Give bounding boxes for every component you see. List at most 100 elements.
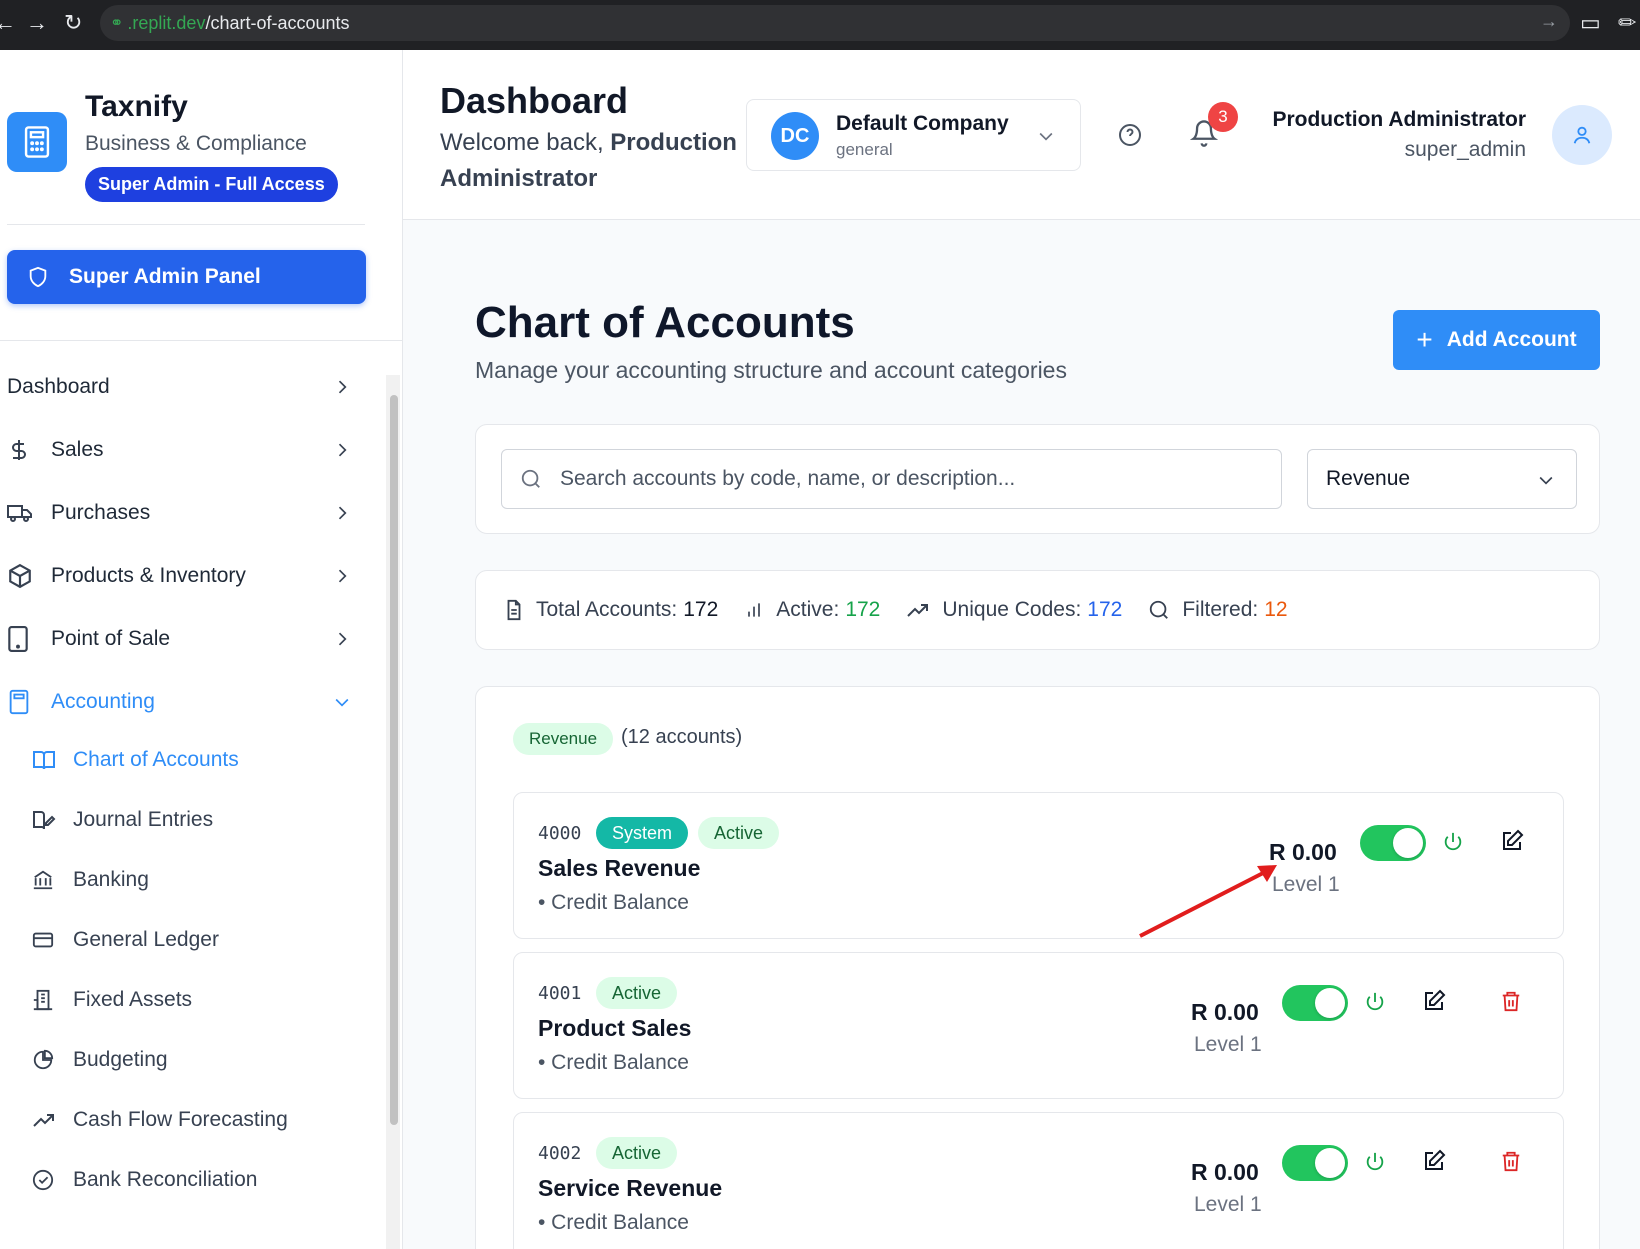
super-admin-panel-label: Super Admin Panel (69, 265, 261, 288)
trash-icon[interactable] (1500, 989, 1522, 1013)
status-badge: Active (596, 1137, 678, 1169)
help-circle-icon[interactable] (1118, 123, 1142, 147)
user-role: super_admin (1404, 138, 1526, 161)
account-level: Level 1 (1194, 1193, 1262, 1216)
sidebar-item-accounting[interactable]: Accounting (7, 680, 352, 724)
edit-icon[interactable] (1500, 829, 1524, 853)
sidebar-item-cash-flow-forecasting[interactable]: Cash Flow Forecasting (32, 1100, 352, 1140)
chevron-right-icon (332, 566, 352, 586)
toggle-knob (1393, 828, 1423, 858)
trash-icon[interactable] (1500, 1149, 1522, 1173)
sidebar-item-bank-reconciliation[interactable]: Bank Reconciliation (32, 1160, 352, 1200)
reload-icon[interactable]: ↻ (64, 10, 82, 36)
address-bar[interactable]: ⚭ .replit.dev /chart-of-accounts → (100, 5, 1570, 41)
active-toggle[interactable] (1282, 1145, 1348, 1181)
filter-card: Search accounts by code, name, or descri… (475, 424, 1600, 534)
annotation-arrow-icon (1139, 865, 1277, 938)
stat-unique-codes: Unique Codes: 172 (906, 598, 1122, 622)
toggle-knob (1315, 1148, 1345, 1178)
extension-icon[interactable]: ✏ (1618, 10, 1636, 36)
stat-value: 12 (1264, 598, 1288, 621)
divider (0, 340, 402, 341)
cast-icon[interactable]: ▭ (1580, 10, 1601, 36)
page-title: Chart of Accounts (475, 298, 855, 347)
account-balance-type: • Credit Balance (538, 891, 689, 914)
account-name: Product Sales (538, 1015, 692, 1041)
calculator-icon (7, 689, 51, 715)
sidebar-scrollbar-thumb[interactable] (390, 395, 398, 1125)
chevron-right-icon (332, 503, 352, 523)
category-filter-select[interactable]: Revenue (1307, 449, 1577, 509)
stat-total-accounts: Total Accounts: 172 (504, 598, 718, 622)
tablet-icon (7, 626, 51, 652)
sidebar-item-label: Chart of Accounts (73, 748, 239, 771)
active-toggle[interactable] (1360, 825, 1426, 861)
notification-count-badge: 3 (1208, 102, 1238, 132)
account-amount: R 0.00 (1191, 999, 1259, 1025)
back-icon[interactable]: ← (0, 10, 16, 36)
edit-icon[interactable] (1422, 1149, 1446, 1173)
sidebar-item-fixed-assets[interactable]: Fixed Assets (32, 980, 352, 1020)
sidebar-item-label: Banking (73, 868, 149, 891)
stat-label: Active: (776, 598, 840, 621)
chevron-down-icon (1536, 470, 1556, 490)
check-circle-icon (32, 1169, 73, 1191)
status-badge: Active (698, 817, 780, 849)
user-name: Production Administrator (1272, 108, 1526, 131)
company-avatar: DC (771, 112, 819, 160)
book-open-icon (32, 749, 73, 771)
status-badge: Active (596, 977, 678, 1009)
sidebar: Taxnify Business & Compliance Super Admi… (0, 50, 403, 1249)
url-host: .replit.dev (127, 12, 206, 33)
stat-label: Unique Codes: (942, 598, 1082, 621)
sidebar-item-products-inventory[interactable]: Products & Inventory (7, 554, 352, 598)
stat-value: 172 (1087, 598, 1123, 621)
sidebar-item-dashboard[interactable]: Dashboard (7, 365, 352, 409)
go-arrow-icon[interactable]: → (1540, 11, 1558, 32)
edit-icon[interactable] (1422, 989, 1446, 1013)
power-icon[interactable] (1442, 830, 1464, 854)
page-subtitle: Manage your accounting structure and acc… (475, 357, 1067, 383)
sidebar-item-chart-of-accounts[interactable]: Chart of Accounts (32, 740, 352, 780)
super-admin-panel-button[interactable]: Super Admin Panel (7, 250, 366, 304)
sidebar-item-point-of-sale[interactable]: Point of Sale (7, 617, 352, 661)
sidebar-item-journal-entries[interactable]: Journal Entries (32, 800, 352, 840)
calculator-logo-icon (7, 112, 67, 172)
account-code: 4002 (538, 1143, 582, 1164)
stat-filtered: Filtered: 12 (1148, 598, 1288, 622)
plus-icon: + (1416, 324, 1433, 355)
chevron-down-icon (1036, 126, 1056, 146)
user-avatar[interactable] (1552, 105, 1612, 165)
sidebar-item-banking[interactable]: Banking (32, 860, 352, 900)
sidebar-item-label: Dashboard (7, 375, 110, 398)
company-switcher[interactable]: DC Default Company general (746, 99, 1081, 171)
sidebar-item-label: Cash Flow Forecasting (73, 1108, 288, 1131)
account-group-badge: Revenue (513, 723, 614, 755)
power-icon[interactable] (1364, 1150, 1386, 1174)
sidebar-item-label: Purchases (51, 501, 151, 524)
stat-value: 172 (845, 598, 881, 621)
search-input[interactable]: Search accounts by code, name, or descri… (501, 449, 1282, 509)
sidebar-item-budgeting[interactable]: Budgeting (32, 1040, 352, 1080)
power-icon[interactable] (1364, 990, 1386, 1014)
account-code: 4000 (538, 823, 582, 844)
file-text-icon (504, 599, 524, 621)
active-toggle[interactable] (1282, 985, 1348, 1021)
account-name: Sales Revenue (538, 855, 701, 881)
sidebar-item-label: Fixed Assets (73, 988, 193, 1011)
shield-icon (27, 265, 49, 289)
sidebar-item-purchases[interactable]: Purchases (7, 491, 352, 535)
add-account-button[interactable]: + Add Account (1393, 310, 1600, 370)
welcome-prefix: Welcome back, (440, 129, 604, 156)
search-placeholder: Search accounts by code, name, or descri… (560, 467, 1016, 490)
system-badge: System (596, 817, 689, 849)
stat-label: Total Accounts: (536, 598, 678, 621)
sidebar-item-sales[interactable]: Sales (7, 428, 352, 472)
forward-icon[interactable]: → (26, 10, 48, 36)
building-icon (32, 988, 73, 1012)
sidebar-item-general-ledger[interactable]: General Ledger (32, 920, 352, 960)
trending-up-icon (32, 1110, 73, 1130)
search-icon (520, 468, 542, 490)
toggle-knob (1315, 988, 1345, 1018)
account-row: 4000 System Active Sales Revenue • Credi… (513, 792, 1564, 939)
